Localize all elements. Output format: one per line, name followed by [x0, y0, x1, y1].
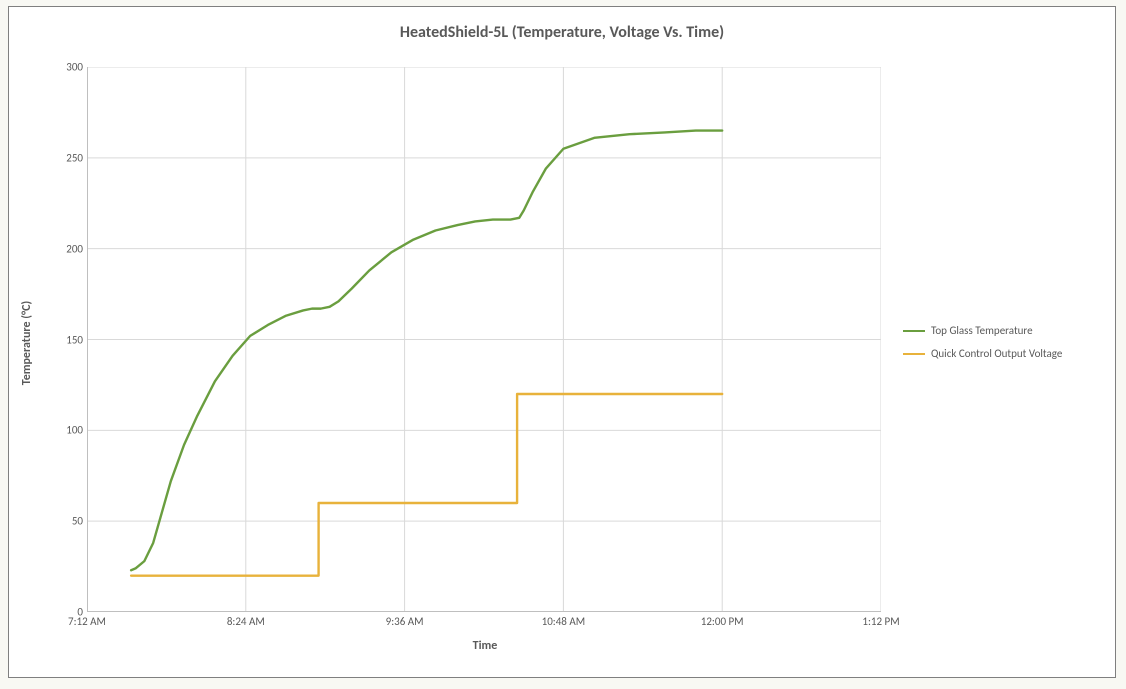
legend: Top Glass Temperature Quick Control Outp…: [903, 7, 1103, 677]
y-tick-label: 300: [49, 61, 83, 74]
y-ticks: 050100150200250300: [49, 67, 83, 612]
x-ticks: 7:12 AM8:24 AM9:36 AM10:48 AM12:00 PM1:1…: [87, 615, 881, 633]
plot-area: [87, 67, 881, 612]
x-tick-label: 1:12 PM: [862, 615, 899, 628]
y-tick-label: 150: [49, 333, 83, 346]
y-tick-label: 100: [49, 424, 83, 437]
x-tick-label: 10:48 AM: [542, 615, 586, 628]
y-tick-label: 50: [49, 515, 83, 528]
legend-label-0: Top Glass Temperature: [931, 324, 1033, 337]
legend-swatch-1: [903, 353, 925, 355]
chart-frame: HeatedShield-5L (Temperature, Voltage Vs…: [8, 6, 1116, 678]
x-tick-label: 8:24 AM: [227, 615, 265, 628]
y-axis-label: Temperature (°C): [17, 7, 37, 679]
legend-swatch-0: [903, 330, 925, 332]
y-tick-label: 200: [49, 242, 83, 255]
x-tick-label: 12:00 PM: [701, 615, 744, 628]
legend-label-1: Quick Control Output Voltage: [931, 347, 1062, 360]
y-tick-label: 250: [49, 151, 83, 164]
x-tick-label: 7:12 AM: [68, 615, 106, 628]
x-axis-label: Time: [9, 639, 961, 653]
legend-item-1: Quick Control Output Voltage: [903, 347, 1103, 360]
plot-svg: [87, 67, 881, 612]
legend-item-0: Top Glass Temperature: [903, 324, 1103, 337]
x-tick-label: 9:36 AM: [386, 615, 424, 628]
